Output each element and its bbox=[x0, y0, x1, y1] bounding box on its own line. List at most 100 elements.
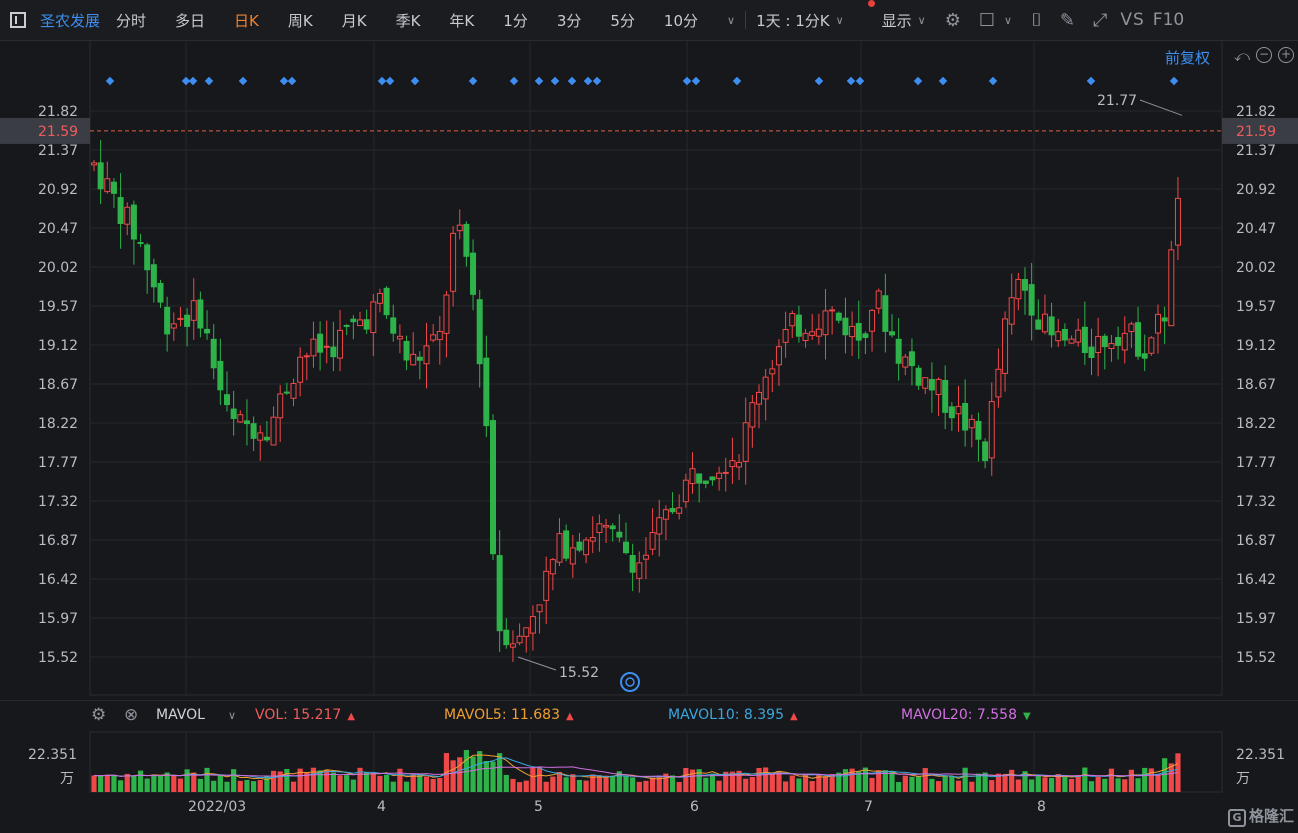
volume-bar bbox=[749, 777, 755, 792]
candle-body bbox=[529, 616, 536, 634]
zoom-in-icon[interactable]: + bbox=[1278, 47, 1294, 63]
volume-bar bbox=[423, 776, 430, 792]
volume-bar bbox=[802, 774, 809, 792]
candle-body bbox=[835, 312, 842, 321]
candle-body bbox=[1035, 319, 1042, 330]
undo-icon[interactable]: ⤺ bbox=[1234, 47, 1250, 65]
price-tick-label: 16.87 bbox=[1236, 533, 1276, 549]
signal-diamond bbox=[583, 76, 593, 86]
price-tick-label: 17.32 bbox=[1236, 494, 1276, 510]
indicator-bar: ⚙ ⊗ MAVOL ∨ VOL: 15.217 ▲ MAVOL5: 11.683 ▲… bbox=[0, 700, 1298, 729]
x-axis-label: 8 bbox=[1037, 799, 1046, 815]
signal-diamond bbox=[988, 76, 998, 86]
chevron-down-icon[interactable]: ∨ bbox=[727, 14, 735, 27]
price-tick-label: 16.42 bbox=[1236, 572, 1276, 588]
candle-body bbox=[144, 244, 151, 271]
candle-body bbox=[210, 338, 217, 369]
volume-bar bbox=[536, 767, 543, 792]
adjust-dropdown[interactable]: 前复权 bbox=[1165, 47, 1210, 68]
candle-body bbox=[656, 517, 663, 535]
period-tab[interactable]: 日K bbox=[234, 10, 259, 31]
volume-bar bbox=[703, 777, 709, 792]
volume-bar bbox=[503, 774, 509, 792]
price-tick-label: 20.47 bbox=[38, 221, 78, 237]
volume-bar bbox=[390, 781, 396, 792]
volume-bar bbox=[610, 775, 616, 792]
candle-body bbox=[1002, 318, 1009, 374]
volume-bar bbox=[822, 776, 829, 792]
candle-body bbox=[902, 356, 909, 368]
period-tab[interactable]: 1分 bbox=[503, 10, 528, 31]
candle-body bbox=[490, 420, 496, 555]
volume-bar bbox=[137, 770, 144, 792]
square-icon[interactable]: ☐ bbox=[979, 10, 995, 31]
signal-diamond bbox=[567, 76, 577, 86]
volume-bar bbox=[1135, 778, 1141, 792]
zoom-out-icon[interactable]: − bbox=[1256, 47, 1272, 63]
candle-body bbox=[243, 420, 250, 425]
signal-diamond bbox=[204, 76, 214, 86]
menu-icon[interactable] bbox=[10, 12, 26, 28]
volume-bar bbox=[177, 778, 184, 792]
volume-bar bbox=[370, 773, 376, 792]
signal-diamond bbox=[279, 76, 289, 86]
camera-icon[interactable]: ⌷ bbox=[1031, 10, 1042, 31]
price-tick-label: 16.42 bbox=[38, 572, 78, 588]
candle-body bbox=[1081, 326, 1088, 353]
signal-diamond bbox=[468, 76, 478, 86]
period-tab[interactable]: 3分 bbox=[557, 10, 582, 31]
volume-bar bbox=[763, 767, 769, 792]
interval-dropdown[interactable]: 1天 : 1分K bbox=[756, 10, 830, 31]
mavol20-line bbox=[93, 766, 1179, 778]
volume-bar bbox=[224, 781, 230, 792]
indicator-name[interactable]: MAVOL bbox=[156, 707, 205, 723]
vs-button[interactable]: VS bbox=[1120, 10, 1144, 30]
pencil-icon[interactable]: ✎ bbox=[1060, 10, 1075, 31]
candle-body bbox=[849, 325, 856, 338]
period-tab[interactable]: 多日 bbox=[175, 10, 205, 31]
price-tick-label: 15.52 bbox=[38, 650, 78, 666]
price-tick-label: 21.82 bbox=[38, 104, 78, 120]
volume-bar bbox=[470, 756, 476, 792]
volume-bar bbox=[337, 775, 343, 792]
signal-diamond bbox=[913, 76, 923, 86]
period-tab[interactable]: 周K bbox=[288, 10, 313, 31]
period-tab[interactable]: 季K bbox=[396, 10, 421, 31]
gear-icon[interactable]: ⚙ bbox=[945, 10, 961, 31]
gear-icon[interactable]: ⚙ bbox=[91, 705, 106, 725]
period-tab[interactable]: 5分 bbox=[610, 10, 635, 31]
candle-body bbox=[416, 356, 423, 361]
candle-body bbox=[869, 309, 876, 332]
candle-body bbox=[1055, 331, 1062, 342]
candle-body bbox=[862, 333, 869, 338]
close-icon[interactable]: ⊗ bbox=[124, 705, 138, 725]
volume-bar bbox=[483, 760, 489, 792]
chevron-down-icon[interactable]: ∨ bbox=[836, 14, 844, 27]
price-tick-label: 15.97 bbox=[1236, 611, 1276, 627]
chevron-down-icon[interactable]: ∨ bbox=[228, 709, 236, 722]
candle-body bbox=[1155, 313, 1161, 334]
candle-body bbox=[423, 345, 430, 365]
period-tab[interactable]: 10分 bbox=[664, 10, 698, 31]
signal-diamond bbox=[938, 76, 948, 86]
f10-button[interactable]: F10 bbox=[1153, 10, 1184, 30]
expand-icon[interactable]: ⤢ bbox=[1093, 10, 1107, 31]
candle-body bbox=[1135, 322, 1142, 357]
candle-body bbox=[702, 480, 709, 484]
stock-name[interactable]: 圣农发展 bbox=[40, 10, 100, 31]
price-tick-label: 21.37 bbox=[1236, 143, 1276, 159]
period-tab[interactable]: 分时 bbox=[116, 10, 146, 31]
candle-body bbox=[130, 204, 137, 240]
candle-body bbox=[583, 539, 590, 556]
period-tab[interactable]: 月K bbox=[342, 10, 367, 31]
display-dropdown[interactable]: 显示 bbox=[882, 10, 912, 31]
chevron-down-icon[interactable]: ∨ bbox=[918, 14, 926, 27]
volume-bar bbox=[277, 771, 283, 792]
volume-bar bbox=[317, 770, 323, 792]
volume-bar bbox=[1122, 779, 1128, 792]
candle-body bbox=[250, 423, 257, 439]
period-tab[interactable]: 年K bbox=[449, 10, 474, 31]
chevron-down-icon[interactable]: ∨ bbox=[1004, 14, 1012, 27]
candle-body bbox=[177, 317, 184, 320]
volume-bar bbox=[643, 780, 649, 792]
